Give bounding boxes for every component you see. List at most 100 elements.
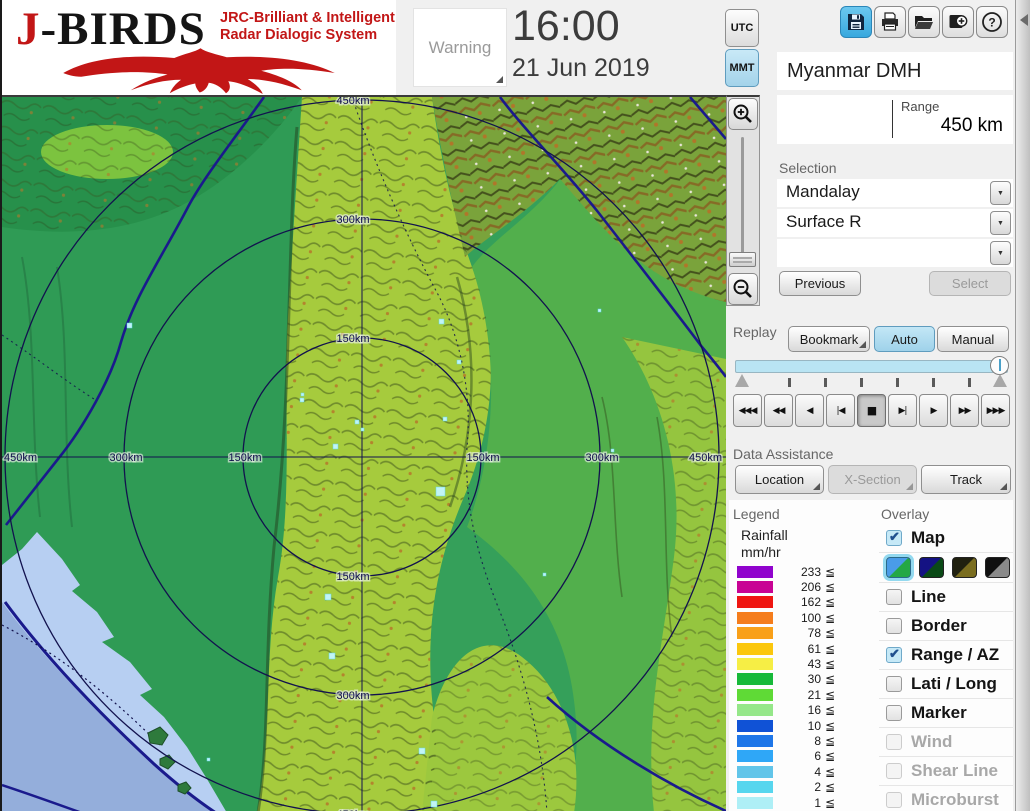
replay-timeline-slider[interactable] [735, 360, 1008, 373]
station-dropdown-arrow[interactable]: ▼ [990, 181, 1011, 205]
legend-row: 233 ≦ [737, 564, 869, 579]
legend-section-label: Legend [733, 506, 780, 522]
step-back-button[interactable]: |◀ [826, 394, 855, 427]
replay-slider-handle[interactable] [990, 356, 1009, 375]
radar-map[interactable]: 150km 150km 150km 150km 300km 300km 300km 300km… [2, 95, 726, 811]
legend-color-swatch [737, 719, 773, 732]
legend-row: 206 ≦ [737, 579, 869, 594]
map-style-swatch-1[interactable] [886, 557, 911, 578]
utc-label: UTC [730, 22, 754, 34]
less-equal-symbol: ≦ [825, 626, 836, 641]
play-backward-button[interactable]: ◀ [795, 394, 824, 427]
map-style-swatch-3[interactable] [952, 557, 977, 578]
step-forward-button[interactable]: ▶| [888, 394, 917, 427]
zoom-slider-track[interactable] [741, 137, 744, 255]
product-dropdown[interactable]: Surface R ▼ [777, 209, 1013, 237]
checkbox-microburst [886, 792, 902, 808]
legend-row: 78 ≦ [737, 626, 869, 641]
legend-color-swatch [737, 627, 773, 640]
overlay-item-line: Line [879, 583, 1013, 612]
manual-button[interactable]: Manual [937, 326, 1009, 352]
option-dropdown[interactable]: ▼ [777, 239, 1013, 267]
previous-button[interactable]: Previous [779, 271, 861, 296]
less-equal-symbol: ≦ [825, 610, 836, 625]
data-assistance-section-label: Data Assistance [733, 446, 834, 462]
bookmark-button[interactable]: Bookmark [788, 326, 870, 352]
panel-collapse-strip[interactable] [1015, 0, 1030, 811]
legend-color-swatch [737, 596, 773, 609]
checkbox-marker[interactable] [886, 705, 902, 721]
overlay-item-map: Map [879, 524, 1013, 553]
warning-panel[interactable]: Warning [413, 8, 507, 87]
overlay-item-label: Map [911, 528, 945, 547]
save-button[interactable] [840, 6, 872, 38]
map-style-row [879, 553, 1013, 583]
clock-time: 16:00 [512, 2, 620, 50]
checkbox-line[interactable] [886, 589, 902, 605]
zoom-out-button[interactable] [728, 273, 758, 305]
checkbox-range-az[interactable] [886, 646, 902, 663]
fastest-forward-button[interactable]: ▶▶▶ [981, 394, 1010, 427]
add-image-button[interactable] [942, 6, 974, 38]
map-zoom-control [726, 95, 760, 306]
overlay-item-label: Microburst [911, 790, 999, 809]
legend-value: 233 [800, 564, 821, 579]
auto-button[interactable]: Auto [874, 326, 935, 352]
map-style-swatch-2[interactable] [919, 557, 944, 578]
map-style-swatch-4[interactable] [985, 557, 1010, 578]
rain-echo [300, 392, 305, 397]
legend-value: 1 [814, 795, 821, 810]
help-button[interactable]: ? [976, 6, 1008, 38]
legend-color-swatch [737, 688, 773, 701]
zoom-slider-handle[interactable] [729, 252, 756, 267]
fastest-rewind-button[interactable]: ◀◀◀ [733, 394, 762, 427]
eagle-logo-icon [63, 48, 335, 94]
track-button[interactable]: Track [921, 465, 1011, 494]
less-equal-symbol: ≦ [825, 580, 836, 595]
x-section-button[interactable]: X-Section [828, 465, 917, 494]
legend-color-swatch [737, 781, 773, 794]
mmt-button[interactable]: MMT [725, 49, 759, 87]
fast-forward-button[interactable]: ▶▶ [950, 394, 979, 427]
zoom-out-icon [733, 279, 752, 298]
station-dropdown[interactable]: Mandalay ▼ [777, 179, 1013, 207]
stop-button[interactable]: ■ [857, 394, 886, 427]
utc-button[interactable]: UTC [725, 9, 759, 47]
ring-label-300: 300km [336, 214, 369, 226]
add-image-icon [949, 15, 968, 28]
checkbox-map[interactable] [886, 529, 902, 546]
timeline-start-marker[interactable] [735, 374, 749, 387]
range-label: Range [901, 99, 940, 114]
playback-controls: ◀◀◀ ◀◀ ◀ |◀ ■ ▶| ▶ ▶▶ ▶▶▶ [733, 394, 1011, 427]
legend-row: 6 ≦ [737, 749, 869, 764]
print-button[interactable] [874, 6, 906, 38]
clock-date: 21 Jun 2019 [512, 54, 650, 82]
rain-echo [442, 416, 448, 422]
legend-row: 30 ≦ [737, 672, 869, 687]
product-dropdown-arrow[interactable]: ▼ [990, 211, 1011, 235]
range-value: 450 km [940, 115, 1003, 136]
checkbox-wind [886, 734, 902, 750]
select-button[interactable]: Select [929, 271, 1011, 296]
station-name: Myanmar DMH [787, 59, 922, 82]
logo-subtitle-line1: JRC-Brilliant & Intelligent [220, 10, 395, 26]
legend-value: 61 [807, 641, 821, 656]
product-dropdown-value: Surface R [786, 212, 862, 231]
play-button[interactable]: ▶ [919, 394, 948, 427]
timeline-tick [968, 378, 971, 387]
checkbox-lati-long[interactable] [886, 676, 902, 692]
location-label: Location [754, 472, 805, 487]
manual-label: Manual [951, 331, 995, 347]
location-button[interactable]: Location [735, 465, 824, 494]
less-equal-symbol: ≦ [825, 795, 836, 810]
fast-rewind-button[interactable]: ◀◀ [764, 394, 793, 427]
option-dropdown-arrow[interactable]: ▼ [990, 241, 1011, 265]
timeline-end-marker[interactable] [993, 374, 1007, 387]
zoom-in-button[interactable] [728, 98, 758, 130]
auto-label: Auto [891, 331, 918, 347]
rain-echo [597, 308, 602, 313]
checkbox-border[interactable] [886, 618, 902, 634]
open-folder-button[interactable] [908, 6, 940, 38]
overlay-item-range-az: Range / AZ [879, 641, 1013, 670]
legend-value: 30 [807, 672, 821, 687]
